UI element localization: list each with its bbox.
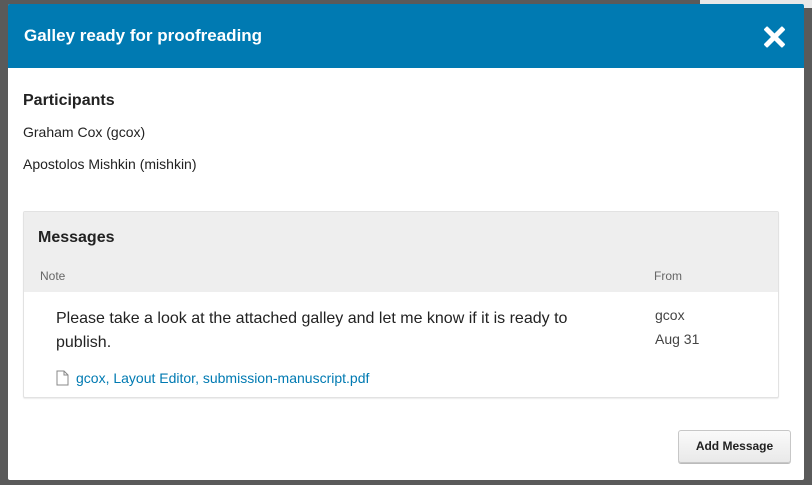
close-icon[interactable]: [762, 25, 786, 49]
column-header-note: Note: [40, 269, 66, 283]
message-date: Aug 31: [655, 331, 700, 347]
modal-title: Galley ready for proofreading: [24, 26, 263, 45]
attachment-link[interactable]: gcox, Layout Editor, submission-manuscri…: [56, 370, 369, 386]
participants-heading: Participants: [23, 92, 115, 109]
discussion-modal: Galley ready for proofreading Participan…: [8, 4, 804, 480]
participant-name: Apostolos Mishkin (mishkin): [23, 156, 197, 172]
participant-name: Graham Cox (gcox): [23, 124, 146, 140]
message-from-user: gcox: [655, 307, 685, 323]
messages-heading: Messages: [38, 229, 115, 246]
message-text: Please take a look at the attached galle…: [56, 310, 568, 351]
messages-panel: Messages Note From Please take a look at…: [23, 211, 779, 398]
attachment-label: gcox, Layout Editor, submission-manuscri…: [76, 370, 370, 386]
add-message-button[interactable]: Add Message: [678, 430, 791, 463]
messages-header: Messages Note From: [24, 212, 778, 292]
modal-header: Galley ready for proofreading: [8, 4, 804, 68]
file-icon: [56, 370, 69, 386]
column-header-from: From: [654, 269, 682, 283]
